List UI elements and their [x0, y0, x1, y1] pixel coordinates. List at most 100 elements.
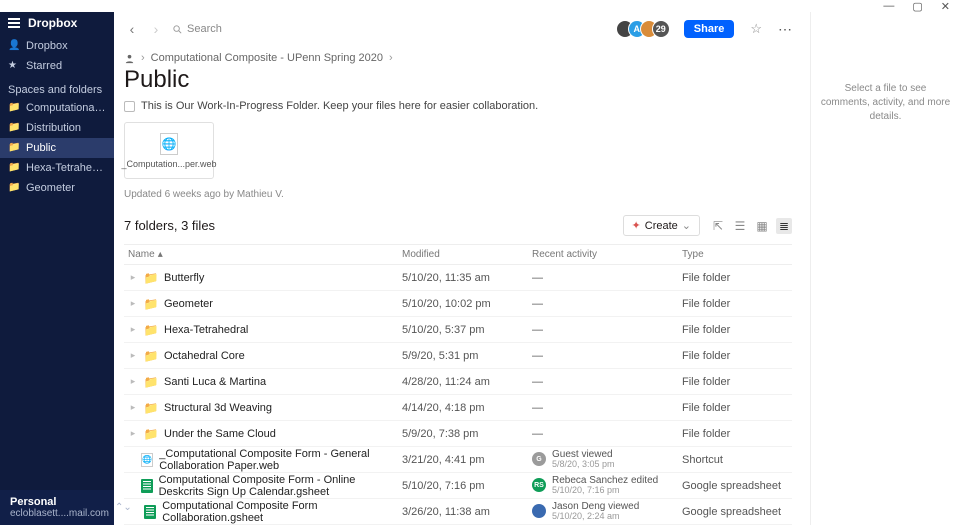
file-name: Santi Luca & Martina [164, 376, 266, 388]
account-switcher[interactable]: Personal ecloblasett....mail.com ⌃⌄ [0, 490, 114, 525]
breadcrumb-link[interactable]: Computational Composite - UPenn Spring 2… [151, 52, 383, 64]
folder-icon: 📁 [144, 323, 158, 337]
table-row[interactable]: ▸📁Geometer 5/10/20, 10:02 pm — File fold… [124, 291, 792, 317]
updated-text: Updated 6 weeks ago by Mathieu V. [124, 189, 792, 200]
cell-modified: 4/14/20, 4:18 pm [402, 402, 532, 414]
cell-modified: 5/9/20, 5:31 pm [402, 350, 532, 362]
cell-activity: RSRebeca Sanchez edited5/10/20, 7:16 pm [532, 475, 682, 496]
menu-icon[interactable] [8, 18, 20, 28]
account-name: Personal [10, 496, 109, 508]
gsheet-icon [141, 479, 153, 493]
table-row[interactable]: ▸📁Under the Same Cloud 5/9/20, 7:38 pm —… [124, 421, 792, 447]
cell-type: File folder [682, 376, 792, 388]
col-type[interactable]: Type [682, 249, 792, 260]
sidebar: Dropbox 👤Dropbox★Starred Spaces and fold… [0, 12, 114, 525]
folder-icon: 📁 [8, 122, 20, 134]
pinned-file-card[interactable]: 🌐 _Computation...per.web [124, 122, 214, 179]
table-row[interactable]: Computational Composite Form - Online De… [124, 473, 792, 499]
cell-type: File folder [682, 402, 792, 414]
search-icon [172, 24, 183, 35]
expand-icon[interactable]: ▸ [128, 324, 138, 335]
nav-back[interactable]: ‹ [124, 21, 140, 37]
cell-activity: — [532, 376, 682, 388]
checkbox[interactable] [124, 101, 135, 112]
sidebar-header: Dropbox [0, 12, 114, 36]
more-icon[interactable]: ⋯ [778, 21, 792, 38]
upload-icon[interactable]: ⇱ [710, 218, 726, 234]
pinned-file-name: _Computation...per.web [121, 159, 216, 169]
table-row[interactable]: ▸📁Hexa-Tetrahedral 5/10/20, 5:37 pm — Fi… [124, 317, 792, 343]
file-name: Computational Composite Form - Online De… [159, 474, 402, 498]
folder-icon: 📁 [8, 162, 20, 174]
account-email: ecloblasett....mail.com [10, 508, 109, 519]
chevron-up-down-icon: ⌃⌄ [115, 502, 132, 513]
folder-icon: 📁 [144, 297, 158, 311]
window-close[interactable]: ✕ [941, 0, 950, 13]
sidebar-folder[interactable]: 📁Geometer [0, 178, 114, 198]
col-activity[interactable]: Recent activity [532, 249, 682, 260]
sidebar-folder[interactable]: 📁Computational Co... [0, 98, 114, 118]
sidebar-item-starred[interactable]: ★Starred [0, 56, 114, 76]
view-grid-icon[interactable]: ▦ [754, 218, 770, 234]
sidebar-folder[interactable]: 📁Hexa-Tetrahedral [0, 158, 114, 178]
expand-icon[interactable]: ▸ [128, 350, 138, 361]
create-button[interactable]: ✦ Create ⌄ [623, 215, 700, 236]
view-compact-icon[interactable]: ≣ [776, 218, 792, 234]
expand-icon[interactable]: ▸ [128, 402, 138, 413]
cell-modified: 3/21/20, 4:41 pm [402, 454, 532, 466]
star-icon: ★ [8, 60, 20, 72]
cell-modified: 5/10/20, 7:16 pm [402, 480, 532, 492]
file-name: Structural 3d Weaving [164, 402, 272, 414]
gsheet-icon [143, 505, 156, 519]
expand-icon[interactable]: ▸ [128, 298, 138, 309]
details-panel: Select a file to see comments, activity,… [810, 12, 960, 525]
cell-type: Google spreadsheet [682, 506, 792, 518]
search-input[interactable]: Search [172, 23, 614, 35]
activity-avatar [532, 504, 546, 518]
collaborator-avatars[interactable]: A29 [622, 20, 670, 38]
sidebar-folder[interactable]: 📁Distribution [0, 118, 114, 138]
folder-icon: 📁 [144, 401, 158, 415]
share-button[interactable]: Share [684, 20, 735, 38]
activity-avatar: G [532, 452, 546, 466]
nav-forward[interactable]: › [148, 21, 164, 37]
view-list-icon[interactable]: ☰ [732, 218, 748, 234]
table-row[interactable]: ▸ 📁 Structural 3d Weaving 4/14/20, 4:18 pm… [124, 395, 792, 421]
table-row[interactable]: ▸📁Santi Luca & Martina 4/28/20, 11:24 am… [124, 369, 792, 395]
sidebar-section-label: Spaces and folders [0, 76, 114, 98]
table-row[interactable]: ▸📁Butterfly 5/10/20, 11:35 am — File fol… [124, 265, 792, 291]
collaborator-avatar[interactable]: 29 [652, 20, 670, 38]
chevron-down-icon: ⌄ [682, 219, 691, 232]
col-modified[interactable]: Modified [402, 249, 532, 260]
file-name: Octahedral Core [164, 350, 245, 362]
file-name: Hexa-Tetrahedral [164, 324, 248, 336]
cell-modified: 5/10/20, 5:37 pm [402, 324, 532, 336]
table-row[interactable]: ▸📁Octahedral Core 5/9/20, 5:31 pm — File… [124, 343, 792, 369]
details-hint: Select a file to see comments, activity,… [819, 82, 952, 124]
cell-activity: — [532, 350, 682, 362]
person-icon [124, 53, 135, 64]
expand-icon[interactable]: ▸ [128, 376, 138, 387]
sidebar-folder[interactable]: 📁Public [0, 138, 114, 158]
folder-icon: 📁 [144, 427, 158, 441]
page-title: Public [124, 66, 792, 94]
cell-type: File folder [682, 324, 792, 336]
activity-avatar: RS [532, 478, 546, 492]
app-name: Dropbox [28, 16, 77, 30]
window-maximize[interactable]: ▢ [912, 0, 922, 13]
file-name: Butterfly [164, 272, 204, 284]
sort-asc-icon: ▴ [158, 249, 163, 260]
cell-type: Google spreadsheet [682, 480, 792, 492]
cell-modified: 5/10/20, 11:35 am [402, 272, 532, 284]
table-row[interactable]: Computational Composite Form Collaborati… [124, 499, 792, 525]
col-name[interactable]: Name▴ [124, 249, 402, 260]
sidebar-item-dropbox[interactable]: 👤Dropbox [0, 36, 114, 56]
star-icon[interactable]: ☆ [750, 21, 762, 37]
web-icon: 🌐 [141, 453, 153, 467]
table-row[interactable]: 🌐_Computational Composite Form - General… [124, 447, 792, 473]
expand-icon[interactable]: ▸ [128, 272, 138, 283]
window-minimize[interactable]: — [883, 0, 894, 12]
person-icon: 👤 [8, 40, 20, 52]
folder-description-row: This is Our Work-In-Progress Folder. Kee… [124, 100, 792, 112]
expand-icon[interactable]: ▸ [128, 428, 138, 439]
